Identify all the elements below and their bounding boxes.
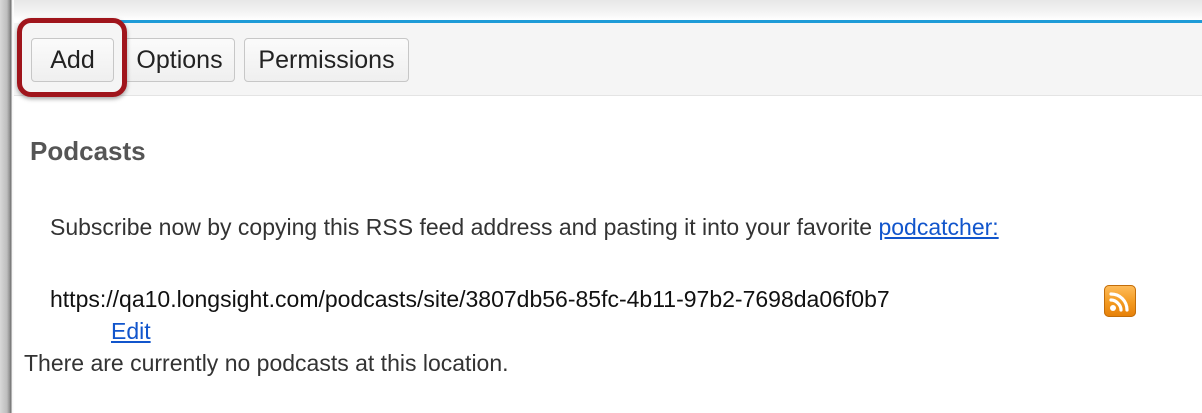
left-frame-edge	[0, 0, 14, 413]
rss-icon[interactable]	[1104, 285, 1136, 317]
podcasts-toolbar: Add Options Permissions	[14, 23, 1202, 96]
add-button[interactable]: Add	[31, 38, 114, 82]
empty-state-message: There are currently no podcasts at this …	[24, 350, 509, 376]
podcasts-content: Podcasts Subscribe now by copying this R…	[14, 96, 1202, 413]
subscribe-instructions: Subscribe now by copying this RSS feed a…	[50, 213, 999, 241]
podcatcher-link[interactable]: podcatcher:	[878, 214, 998, 240]
top-shadow	[0, 0, 1202, 20]
options-button[interactable]: Options	[124, 38, 235, 82]
rss-feed-url: https://qa10.longsight.com/podcasts/site…	[50, 286, 890, 312]
permissions-button[interactable]: Permissions	[244, 38, 409, 82]
podcasts-page: Add Options Permissions Podcasts Subscri…	[0, 0, 1202, 413]
edit-link[interactable]: Edit	[111, 317, 151, 345]
subscribe-text: Subscribe now by copying this RSS feed a…	[50, 214, 879, 240]
page-title: Podcasts	[30, 136, 146, 166]
